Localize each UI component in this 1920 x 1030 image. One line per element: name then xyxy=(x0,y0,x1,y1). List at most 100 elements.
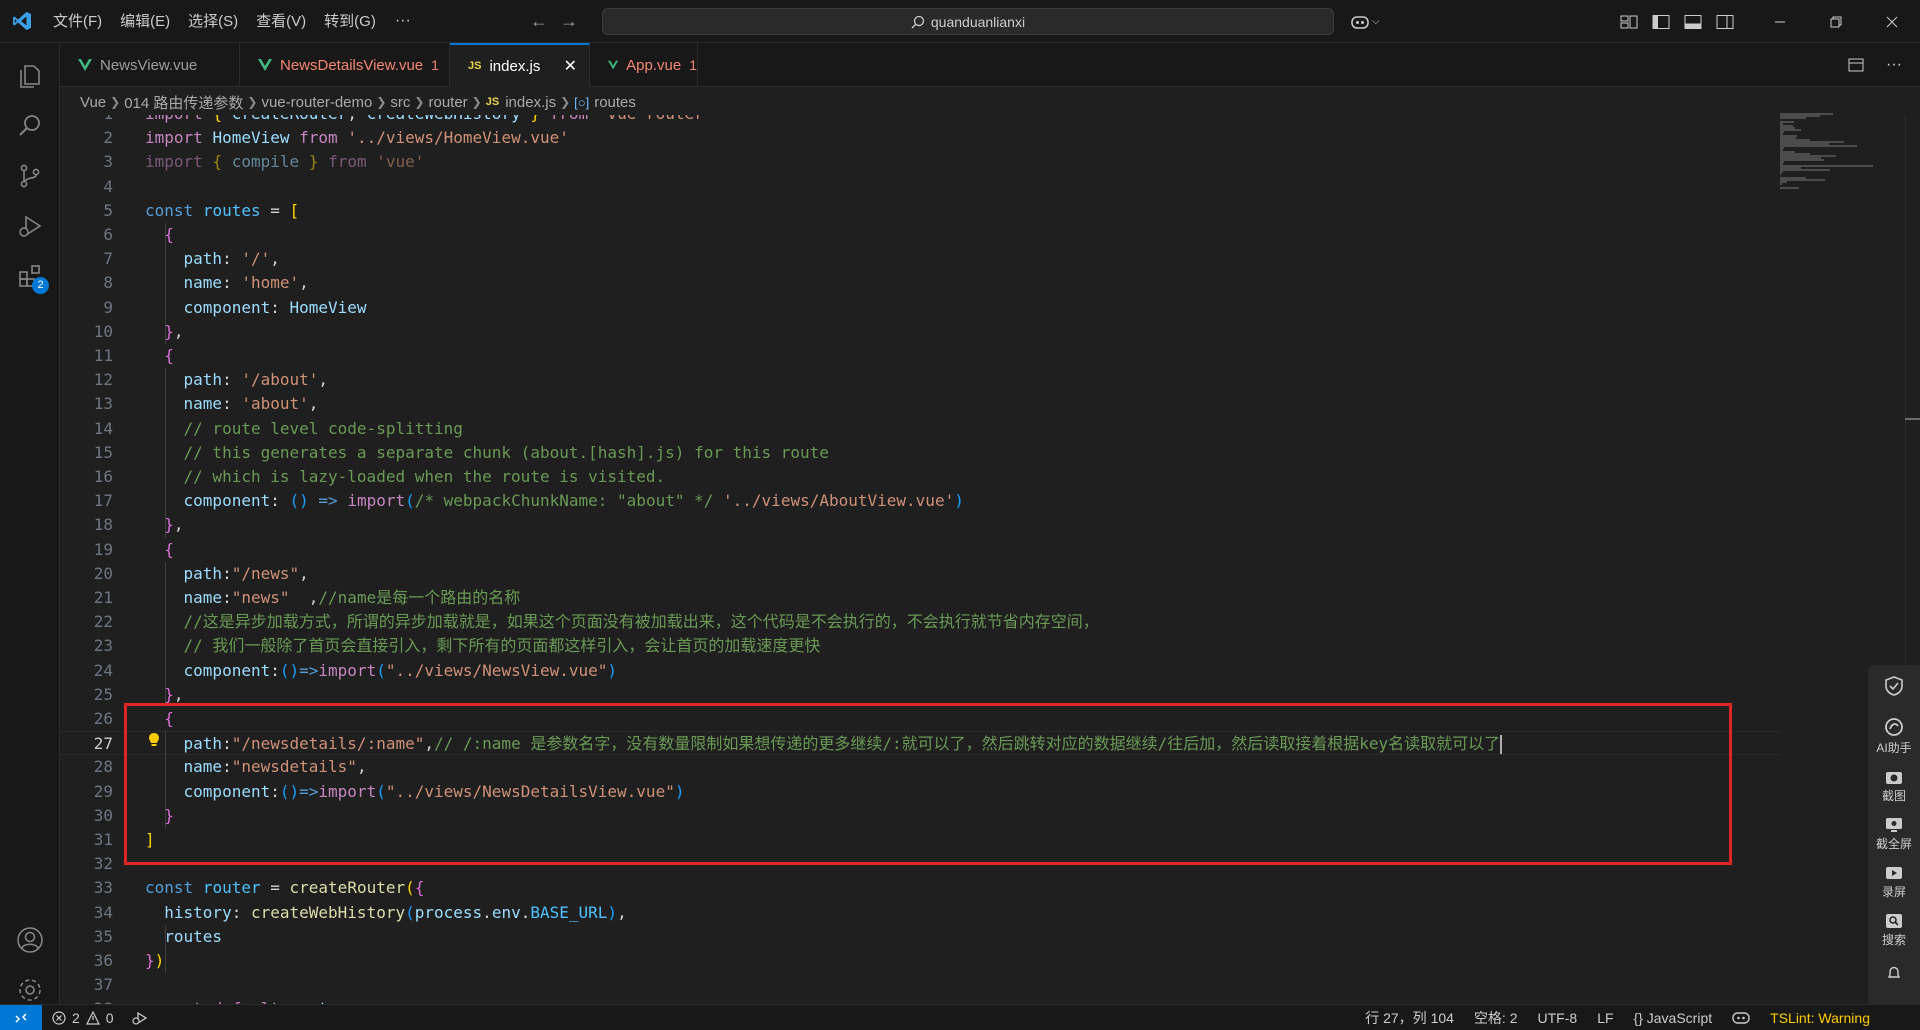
code-line[interactable]: 35 routes xyxy=(60,925,1780,949)
code-line[interactable]: 34 history: createWebHistory(process.env… xyxy=(60,901,1780,925)
restore-button[interactable] xyxy=(1808,0,1864,43)
copilot-menu[interactable]: ⌵ xyxy=(1350,0,1380,43)
screenshot-tool[interactable]: 截图 xyxy=(1868,769,1920,804)
code-line[interactable]: 29 component:()=>import("../views/NewsDe… xyxy=(60,780,1780,804)
code-line[interactable]: 37 xyxy=(60,973,1780,997)
code-line[interactable]: 4 xyxy=(60,175,1780,199)
toggle-primary-sidebar-icon[interactable] xyxy=(1652,14,1670,30)
code-line[interactable]: 26 { xyxy=(60,707,1780,731)
breadcrumb-item[interactable]: Vue xyxy=(80,94,106,111)
toggle-panel-icon[interactable] xyxy=(1684,14,1702,30)
language-mode[interactable]: {} JavaScript xyxy=(1634,1010,1713,1026)
code-line[interactable]: 17 component: () => import(/* webpackChu… xyxy=(60,489,1780,513)
explorer-button[interactable] xyxy=(0,49,60,103)
code-line[interactable]: 36}) xyxy=(60,949,1780,973)
menu-more-button[interactable]: ··· xyxy=(385,12,421,30)
code-line[interactable]: 9 component: HomeView xyxy=(60,296,1780,320)
code-line[interactable]: 14 // route level code-splitting xyxy=(60,417,1780,441)
code-line[interactable]: 33 const router = createRouter({ xyxy=(60,876,1780,900)
code-line[interactable]: 32 xyxy=(60,852,1780,876)
code-text: import HomeView from '../views/HomeView.… xyxy=(145,126,569,150)
breadcrumb-item[interactable]: router xyxy=(428,94,467,111)
search-tool[interactable]: 搜索 xyxy=(1868,913,1920,948)
end-of-line[interactable]: LF xyxy=(1597,1010,1613,1026)
code-line[interactable]: 15 // this generates a separate chunk (a… xyxy=(60,441,1780,465)
code-line[interactable]: 21 name:"news" ,//name是每一个路由的名称 xyxy=(60,586,1780,610)
code-line[interactable]: 8 name: 'home', xyxy=(60,271,1780,295)
more-actions-icon[interactable]: ··· xyxy=(1886,56,1902,74)
breadcrumb-item[interactable]: src xyxy=(390,94,410,111)
indentation[interactable]: 空格: 2 xyxy=(1474,1008,1518,1028)
breadcrumb-item[interactable]: 014 路由传递参数 xyxy=(124,92,243,113)
code-line[interactable]: 5 const routes = [ xyxy=(60,199,1780,223)
code-line[interactable]: 31] xyxy=(60,828,1780,852)
code-line[interactable]: 23 // 我们一般除了首页会直接引入，剩下所有的页面都这样引入，会让首页的加载… xyxy=(60,634,1780,658)
code-line[interactable]: 16 // which is lazy-loaded when the rout… xyxy=(60,465,1780,489)
code-line[interactable]: 19 { xyxy=(60,538,1780,562)
toggle-secondary-sidebar-icon[interactable] xyxy=(1716,14,1734,30)
run-debug-button[interactable] xyxy=(0,199,60,253)
extensions-button[interactable]: 2 xyxy=(0,249,60,303)
code-line[interactable]: 22 //这是异步加载方式，所谓的异步加载就是，如果这个页面没有被加载出来，这个… xyxy=(60,610,1780,634)
menu-file[interactable]: 文件(F) xyxy=(44,0,111,43)
close-window-button[interactable] xyxy=(1864,0,1920,43)
code-line[interactable]: 6 { xyxy=(60,223,1780,247)
code-token: history xyxy=(164,902,232,922)
menu-go[interactable]: 转到(G) xyxy=(315,0,385,43)
accounts-button[interactable] xyxy=(0,913,60,967)
close-icon[interactable]: ✕ xyxy=(564,56,577,76)
breadcrumb-item[interactable]: vue-router-demo xyxy=(261,94,372,111)
code-line[interactable]: 13 name: 'about', xyxy=(60,392,1780,416)
search-view-button[interactable] xyxy=(0,99,60,153)
code-line[interactable]: 24 component:()=>import("../views/NewsVi… xyxy=(60,659,1780,683)
forward-arrow-icon[interactable]: → xyxy=(560,11,578,32)
code-line[interactable]: 7 path: '/', xyxy=(60,247,1780,271)
code-line[interactable]: 38 export default router xyxy=(60,997,1780,1004)
minimize-button[interactable] xyxy=(1752,0,1808,43)
breadcrumb-item[interactable]: index.js xyxy=(505,94,556,111)
menu-selection[interactable]: 选择(S) xyxy=(179,0,247,43)
code-line[interactable]: 25 }, xyxy=(60,683,1780,707)
fullscreen-capture-tool[interactable]: 截全屏 xyxy=(1868,817,1920,852)
tslint-status[interactable]: TSLint: Warning xyxy=(1770,1010,1870,1026)
debug-run-icon[interactable] xyxy=(131,1011,148,1025)
remote-indicator[interactable] xyxy=(0,1005,42,1030)
copilot-status-icon[interactable] xyxy=(1732,1011,1750,1025)
command-center-search[interactable]: quanduanlianxi xyxy=(602,8,1334,35)
source-control-button[interactable] xyxy=(0,149,60,203)
code-line[interactable]: 18 }, xyxy=(60,513,1780,537)
code-line[interactable]: 11 { xyxy=(60,344,1780,368)
minimap[interactable] xyxy=(1780,113,1890,193)
back-arrow-icon[interactable]: ← xyxy=(530,11,548,32)
code-line[interactable]: 3 import { compile } from 'vue' xyxy=(60,150,1780,174)
split-editor-icon[interactable] xyxy=(1848,57,1864,73)
breadcrumb-item[interactable]: routes xyxy=(594,94,636,111)
error-icon xyxy=(52,1011,66,1025)
cursor-position[interactable]: 行 27，列 104 xyxy=(1365,1008,1454,1028)
code-line[interactable]: 30 } xyxy=(60,804,1780,828)
tab-newsdetailsview[interactable]: NewsDetailsView.vue 1 xyxy=(240,43,450,87)
code-line[interactable]: 10 }, xyxy=(60,320,1780,344)
code-line[interactable]: 27 path:"/newsdetails/:name",// /:name 是… xyxy=(60,731,1780,756)
code-line[interactable]: 2 import HomeView from '../views/HomeView… xyxy=(60,126,1780,150)
code-editor[interactable]: 1 import { createRouter, createWebHistory… xyxy=(60,115,1920,1004)
tab-app-vue[interactable]: App.vue 1 xyxy=(590,43,698,87)
encoding[interactable]: UTF-8 xyxy=(1538,1010,1578,1026)
code-token: => xyxy=(318,491,338,511)
ai-assistant-tool[interactable]: AI助手 xyxy=(1868,717,1920,756)
extra-tool[interactable] xyxy=(1868,965,1920,983)
menu-edit[interactable]: 编辑(E) xyxy=(111,0,179,43)
customize-layout-icon[interactable] xyxy=(1620,14,1638,30)
code-line[interactable]: 28 name:"newsdetails", xyxy=(60,755,1780,779)
error-count: 2 xyxy=(72,1010,80,1026)
screen-record-tool[interactable]: 录屏 xyxy=(1868,865,1920,900)
tab-index-js[interactable]: JS index.js ✕ xyxy=(450,43,590,87)
scrollbar-thumb-marker[interactable] xyxy=(1905,418,1920,420)
code-line[interactable]: 12 path: '/about', xyxy=(60,368,1780,392)
code-line[interactable]: 1 import { createRouter, createWebHistory… xyxy=(60,115,1780,126)
code-line[interactable]: 20 path:"/news", xyxy=(60,562,1780,586)
tab-newsview[interactable]: NewsView.vue xyxy=(60,43,240,87)
shield-tool[interactable] xyxy=(1868,675,1920,699)
menu-view[interactable]: 查看(V) xyxy=(247,0,315,43)
problems-indicator[interactable]: 2 0 xyxy=(52,1005,148,1030)
